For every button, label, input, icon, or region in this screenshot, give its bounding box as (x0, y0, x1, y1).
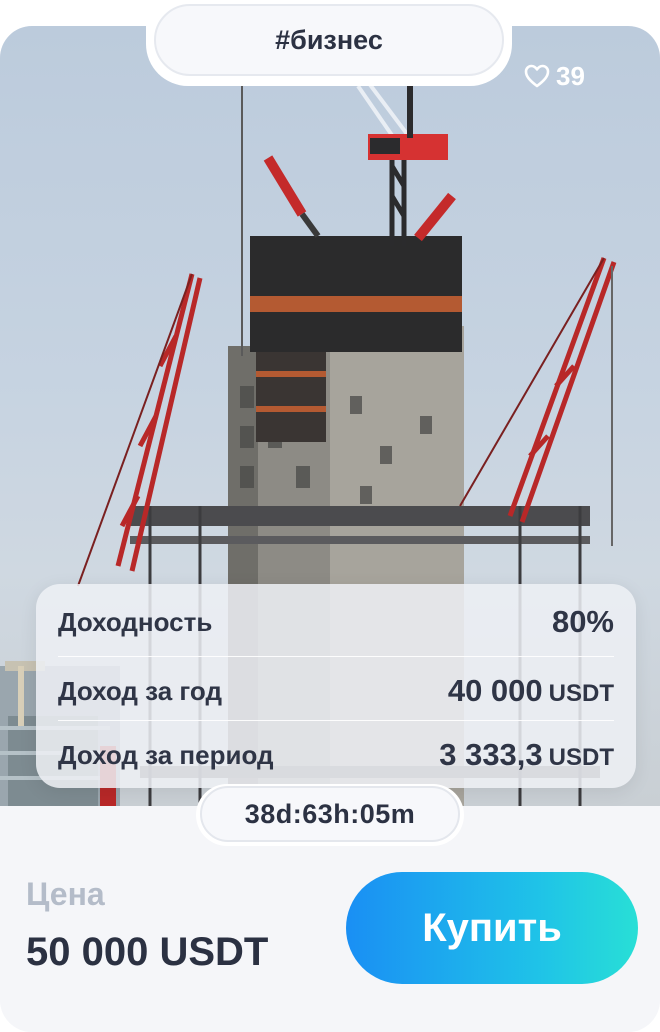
stat-value-group: 40 000 USDT (448, 673, 614, 709)
price-label: Цена (26, 876, 105, 912)
stat-row-yield: Доходность 80% (58, 588, 614, 656)
price-value: 50 000 USDT (26, 930, 269, 974)
stat-unit: USDT (548, 744, 614, 771)
stat-value: 80% (551, 604, 614, 639)
stat-value-group: 3 333,3 USDT (439, 737, 614, 773)
countdown-timer: 38d:63h:05m (200, 786, 460, 842)
stat-row-period-income: Доход за период 3 333,3 USDT (58, 720, 614, 789)
likes-count: 39 (556, 60, 585, 91)
stat-label: Доход за год (58, 675, 222, 706)
stat-value-group: 80% (552, 604, 614, 640)
stat-value: 40 000 (447, 673, 543, 708)
stat-unit: USDT (548, 680, 614, 707)
stat-label: Доход за период (58, 739, 274, 770)
buy-button[interactable]: Купить (346, 872, 638, 984)
category-tag[interactable]: #бизнес (154, 4, 504, 76)
stat-label: Доходность (58, 606, 213, 637)
stat-row-annual-income: Доход за год 40 000 USDT (58, 656, 614, 725)
likes-counter[interactable]: 39 (524, 58, 585, 94)
heart-icon (524, 64, 550, 88)
stat-value: 3 333,3 (439, 737, 543, 772)
stats-panel: Доходность 80% Доход за год 40 000 USDT Д… (36, 584, 636, 788)
